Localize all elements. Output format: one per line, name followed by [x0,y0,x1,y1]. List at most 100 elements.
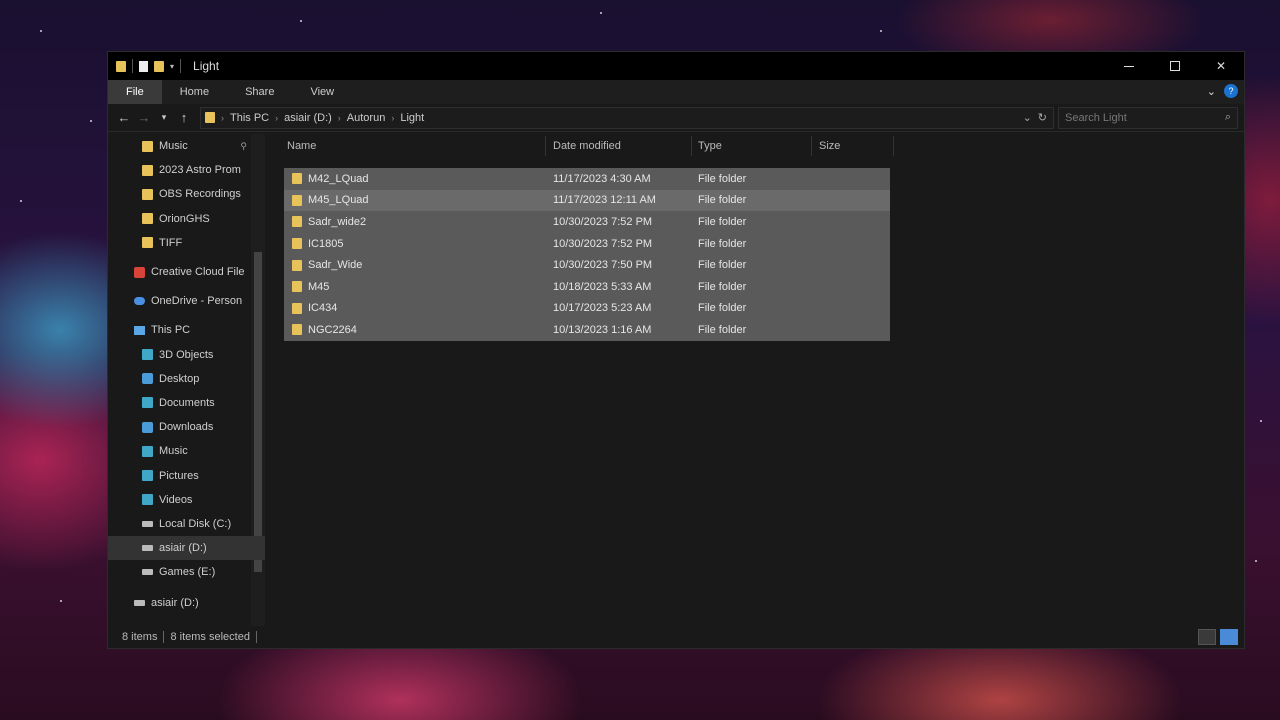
file-explorer-window: ▾ Light ✕ File Home Share View ⌄ ? ← → ▾… [107,51,1245,649]
refresh-icon[interactable]: ↻ [1038,111,1047,124]
back-button[interactable]: ← [114,110,134,125]
customize-toolbar-icon[interactable]: ▾ [170,62,174,71]
sidebar-item-label: Documents [159,396,215,409]
column-name[interactable]: Name [287,140,316,152]
breadcrumb-drive[interactable]: asiair (D:) [284,112,332,124]
minimize-button[interactable] [1106,52,1152,80]
navigation-pane: Music ⚲ 2023 Astro Prom OBS Recordings Orion… [108,134,265,626]
desktop-icon [142,373,153,385]
table-row[interactable]: Sadr_wide2 10/30/2023 7:52 PM File folder [284,211,890,233]
3d-objects-icon [142,349,153,361]
sidebar-item-label: Music [159,445,188,458]
sidebar-item-label: Creative Cloud File [151,266,245,279]
sidebar-item[interactable]: Music ⚲ [108,134,265,158]
file-date: 11/17/2023 4:30 AM [553,172,651,185]
new-folder-icon[interactable] [154,60,164,72]
sidebar-item[interactable]: Music [108,439,265,463]
folder-icon [292,173,302,185]
folder-icon [292,238,302,250]
file-name: IC1805 [308,237,344,250]
file-type: File folder [698,194,747,207]
table-row[interactable]: Sadr_Wide 10/30/2023 7:50 PM File folder [284,254,890,276]
sidebar-item[interactable]: Games (E:) [108,560,265,584]
table-row[interactable]: M42_LQuad 11/17/2023 4:30 AM File folder [284,168,890,190]
folder-icon [142,140,153,152]
sidebar-item[interactable]: Downloads [108,415,265,439]
column-headers: Name Date modified Type Size [265,134,1244,158]
breadcrumb-light[interactable]: Light [400,112,424,124]
large-icons-view-button[interactable] [1220,629,1238,645]
sidebar-item[interactable]: Creative Cloud File [108,260,265,284]
tab-share[interactable]: Share [227,80,292,104]
file-type: File folder [698,259,747,272]
sidebar-item[interactable]: OrionGHS [108,207,265,231]
sidebar-item[interactable]: Local Disk (C:) [108,512,265,536]
tab-file[interactable]: File [108,80,162,104]
pin-icon: ⚲ [240,140,247,151]
details-view-button[interactable] [1198,629,1216,645]
address-bar[interactable]: › This PC › asiair (D:) › Autorun › Ligh… [200,106,1054,129]
column-divider[interactable] [691,136,692,156]
breadcrumb-autorun[interactable]: Autorun [347,112,386,124]
breadcrumb-this-pc[interactable]: This PC [230,112,269,124]
sidebar-item-label: This PC [151,324,191,337]
table-row[interactable]: M45 10/18/2023 5:33 AM File folder [284,275,890,298]
chevron-right-icon[interactable]: › [275,113,278,123]
creative-cloud-icon [134,266,145,278]
properties-icon[interactable] [139,60,148,72]
sidebar-item[interactable]: OBS Recordings [108,182,265,206]
column-divider[interactable] [545,136,546,156]
up-button[interactable]: ↑ [174,110,194,125]
forward-button[interactable]: → [134,110,154,125]
recent-locations-button[interactable]: ▾ [154,112,174,123]
sidebar-item-label: Games (E:) [159,566,216,579]
minimize-icon [1124,65,1134,67]
column-type[interactable]: Type [698,140,722,152]
file-name: Sadr_Wide [308,259,363,272]
close-button[interactable]: ✕ [1198,52,1244,80]
expand-ribbon-icon[interactable]: ⌄ [1207,85,1216,98]
sidebar-item[interactable]: This PC [108,318,265,342]
chevron-right-icon[interactable]: › [221,113,224,123]
address-dropdown-icon[interactable]: ⌄ [1023,111,1032,124]
sidebar-item[interactable]: asiair (D:) [108,536,265,561]
sidebar-item[interactable]: Documents [108,391,265,415]
help-icon[interactable]: ? [1224,84,1238,98]
sidebar-item[interactable]: 3D Objects [108,343,265,367]
table-row[interactable]: M45_LQuad 11/17/2023 12:11 AM File folder [284,189,890,212]
column-divider[interactable] [893,136,894,156]
folder-icon [292,194,302,206]
divider [163,631,165,643]
sidebar-item[interactable]: Pictures [108,463,265,487]
file-date: 11/17/2023 12:11 AM [553,194,656,207]
sidebar-item[interactable]: Desktop [108,367,265,391]
column-date-modified[interactable]: Date modified [553,140,621,152]
folder-icon [142,164,153,176]
folder-icon [142,237,153,249]
file-name: Sadr_wide2 [308,215,367,228]
sidebar-item[interactable]: asiair (D:) [108,591,265,615]
tab-home[interactable]: Home [162,80,227,104]
table-row[interactable]: IC1805 10/30/2023 7:52 PM File folder [284,232,890,255]
table-row[interactable]: IC434 10/17/2023 5:23 AM File folder [284,297,890,320]
column-divider[interactable] [811,136,812,156]
table-row[interactable]: NGC2264 10/13/2023 1:16 AM File folder [284,319,890,341]
chevron-right-icon[interactable]: › [338,113,341,123]
sidebar-item[interactable]: Videos [108,488,265,512]
sidebar-item[interactable]: TIFF [108,231,265,255]
file-date: 10/30/2023 7:52 PM [553,215,653,228]
file-type: File folder [698,323,747,336]
maximize-button[interactable] [1152,52,1198,80]
maximize-icon [1170,61,1180,71]
search-input[interactable]: Search Light ⌕ [1058,106,1238,129]
column-size[interactable]: Size [819,140,840,152]
sidebar-item[interactable]: 2023 Astro Prom [108,158,265,182]
folder-icon [292,216,302,228]
chevron-right-icon[interactable]: › [391,113,394,123]
file-name: IC434 [308,302,338,315]
file-name: NGC2264 [308,323,357,336]
sidebar-item[interactable]: OneDrive - Person [108,289,265,313]
sidebar-item-label: Local Disk (C:) [159,517,232,530]
folder-icon [292,324,302,336]
tab-view[interactable]: View [292,80,352,104]
